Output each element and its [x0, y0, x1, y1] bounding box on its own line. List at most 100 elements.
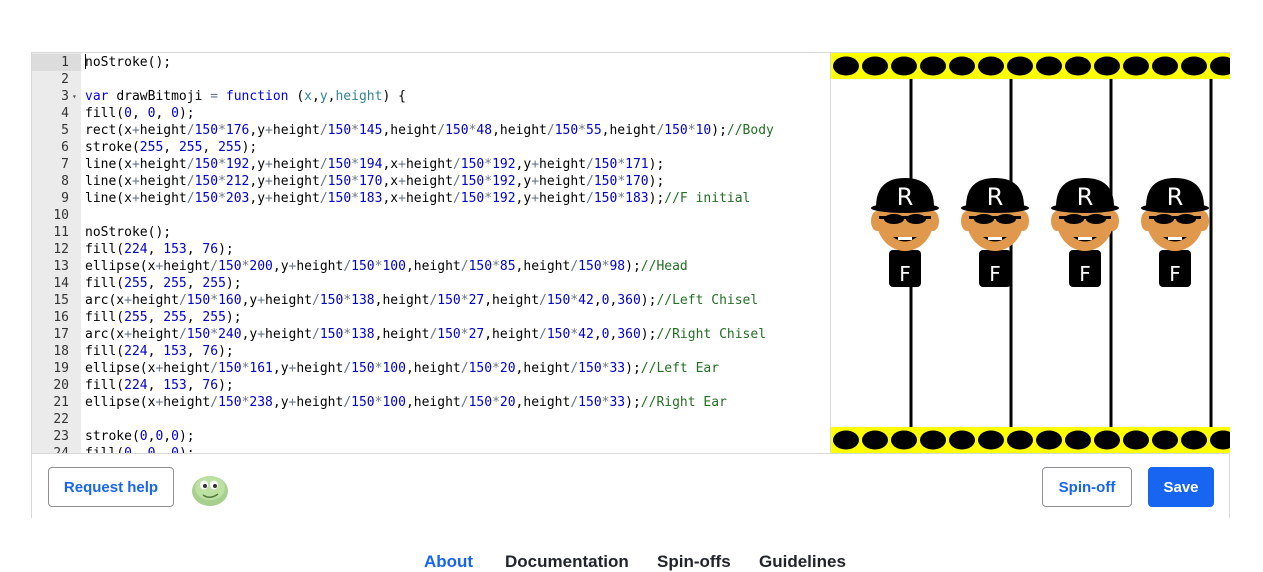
bottom-border-oval — [891, 430, 917, 450]
code-text: fill(224, 153, 76); — [85, 344, 234, 359]
code-text: line(x+height/150*212,y+height/150*170,x… — [85, 174, 665, 189]
code-line[interactable]: 24 fill(0, 0, 0); — [32, 445, 830, 453]
bottom-border-oval — [833, 430, 859, 450]
bottom-border-oval — [949, 430, 975, 450]
line-number: 20 — [53, 378, 69, 393]
teeth — [898, 237, 912, 240]
line-number: 6 — [61, 140, 69, 155]
bottom-border-oval — [1123, 430, 1149, 450]
line-number: 7 — [61, 157, 69, 172]
code-line[interactable]: 9 line(x+height/150*203,y+height/150*183,… — [32, 190, 830, 207]
line-number: 22 — [53, 412, 69, 427]
shirt-letter: F — [899, 262, 911, 286]
code-line[interactable]: 15 arc(x+height/150*160,y+height/150*138,… — [32, 292, 830, 309]
code-line[interactable]: 3 ▾ var drawBitmoji = function (x,y,height… — [32, 88, 830, 105]
code-line[interactable]: 13 ellipse(x+height/150*200,y+height/150*… — [32, 258, 830, 275]
line-number: 16 — [53, 310, 69, 325]
code-line[interactable]: 14 fill(255, 255, 255); — [32, 275, 830, 292]
bottom-border-oval — [1065, 430, 1091, 450]
fold-arrow-icon[interactable]: ▾ — [72, 88, 77, 105]
code-text: fill(0, 0, 0); — [85, 106, 195, 121]
top-border-oval — [1181, 56, 1207, 76]
code-line[interactable]: 10 — [32, 207, 830, 224]
bottom-border-oval — [1181, 430, 1207, 450]
output-canvas[interactable]: F R F R F R F R — [830, 53, 1230, 453]
line-number: 10 — [53, 208, 69, 223]
vertical-bar — [1109, 79, 1113, 427]
editor-toolbar: Request help Spin-off Save — [32, 453, 1229, 518]
top-border-oval — [1123, 56, 1149, 76]
code-line[interactable]: 12 fill(224, 153, 76); — [32, 241, 830, 258]
top-border-oval — [949, 56, 975, 76]
sunglasses-lens-left — [884, 214, 904, 224]
top-border-oval — [978, 56, 1004, 76]
code-line[interactable]: 18 fill(224, 153, 76); — [32, 343, 830, 360]
code-text: noStroke(); — [85, 55, 172, 70]
code-text: ellipse(x+height/150*200,y+height/150*10… — [85, 259, 688, 274]
code-line[interactable]: 21 ellipse(x+height/150*238,y+height/150*… — [32, 394, 830, 411]
avatar-icon — [192, 476, 228, 506]
code-line[interactable]: 20 fill(224, 153, 76); — [32, 377, 830, 394]
line-number: 21 — [53, 395, 69, 410]
code-line[interactable]: 23 stroke(0,0,0); — [32, 428, 830, 445]
line-number: 11 — [53, 225, 69, 240]
top-border-oval — [1065, 56, 1091, 76]
code-text: fill(224, 153, 76); — [85, 242, 234, 257]
code-line[interactable]: 7 line(x+height/150*192,y+height/150*194,… — [32, 156, 830, 173]
code-line[interactable]: 4 fill(0, 0, 0); — [32, 105, 830, 122]
bottom-border-oval — [1036, 430, 1062, 450]
code-line[interactable]: 19 ellipse(x+height/150*161,y+height/150*… — [32, 360, 830, 377]
line-number: 18 — [53, 344, 69, 359]
line-number: 9 — [61, 191, 69, 206]
top-border-oval — [1036, 56, 1062, 76]
line-number: 23 — [53, 429, 69, 444]
spin-off-button[interactable]: Spin-off — [1042, 467, 1132, 507]
sunglasses-lens-right — [996, 214, 1016, 224]
top-border-oval — [891, 56, 917, 76]
text-cursor — [85, 54, 86, 69]
sunglasses-lens-left — [1154, 214, 1174, 224]
code-line[interactable]: 2 — [32, 71, 830, 88]
line-number: 1 — [32, 54, 81, 71]
line-number: 24 — [32, 445, 69, 453]
code-text: fill(0, 0, 0); — [85, 445, 195, 453]
bottom-border-oval — [1152, 430, 1178, 450]
bottom-border-oval — [1094, 430, 1120, 450]
bottom-border-oval — [1007, 430, 1033, 450]
code-line[interactable]: 1 noStroke(); — [32, 54, 830, 71]
code-text: var drawBitmoji = function (x,y,height) … — [85, 89, 406, 104]
tab-spin-offs[interactable]: Spin-offs — [657, 552, 731, 572]
top-border-oval — [1094, 56, 1120, 76]
code-editor[interactable]: 1 noStroke(); 2 3 ▾ var drawBitmoji = functio… — [32, 53, 830, 453]
bottom-border-oval — [978, 430, 1004, 450]
code-text: line(x+height/150*203,y+height/150*183,x… — [85, 191, 751, 206]
top-border-oval — [920, 56, 946, 76]
tab-guidelines[interactable]: Guidelines — [759, 552, 846, 572]
request-help-button[interactable]: Request help — [48, 467, 174, 507]
save-button[interactable]: Save — [1148, 467, 1214, 507]
code-text: fill(255, 255, 255); — [85, 276, 242, 291]
teeth — [988, 237, 1002, 240]
code-text: stroke(0,0,0); — [85, 429, 195, 444]
code-line[interactable]: 16 fill(255, 255, 255); — [32, 309, 830, 326]
code-text: ellipse(x+height/150*238,y+height/150*10… — [85, 395, 727, 410]
canvas-drawing: F R F R F R F R — [831, 53, 1230, 453]
shirt-letter: F — [989, 262, 1001, 286]
teeth — [1168, 237, 1182, 240]
hat-initial: R — [987, 183, 1004, 211]
hat-initial: R — [1167, 183, 1184, 211]
teeth — [1078, 237, 1092, 240]
code-line[interactable]: 11 noStroke(); — [32, 224, 830, 241]
code-line[interactable]: 22 — [32, 411, 830, 428]
code-text: line(x+height/150*192,y+height/150*194,x… — [85, 157, 665, 172]
code-line[interactable]: 17 arc(x+height/150*240,y+height/150*138,… — [32, 326, 830, 343]
line-number: 12 — [53, 242, 69, 257]
line-number: 2 — [61, 72, 69, 87]
tab-documentation[interactable]: Documentation — [505, 552, 629, 572]
code-line[interactable]: 5 rect(x+height/150*176,y+height/150*145,… — [32, 122, 830, 139]
tab-about[interactable]: About — [424, 552, 473, 572]
code-line[interactable]: 8 line(x+height/150*212,y+height/150*170,… — [32, 173, 830, 190]
code-line[interactable]: 6 stroke(255, 255, 255); — [32, 139, 830, 156]
sunglasses-lens-right — [906, 214, 926, 224]
sunglasses-lens-right — [1176, 214, 1196, 224]
